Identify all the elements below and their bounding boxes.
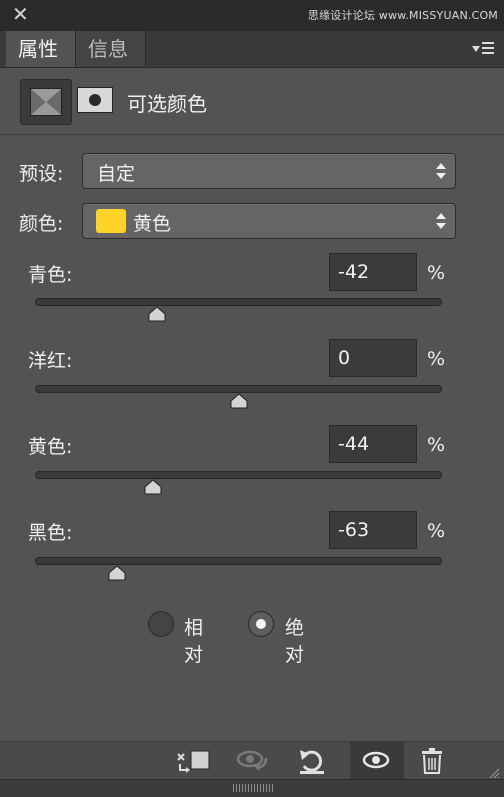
- yellow-slider-thumb[interactable]: [143, 479, 163, 495]
- yellow-value-input[interactable]: -44: [329, 425, 417, 463]
- drag-handle-icon[interactable]: [233, 784, 273, 792]
- magenta-slider-track[interactable]: [35, 385, 442, 393]
- close-icon[interactable]: ✕: [12, 4, 29, 24]
- black-value-input[interactable]: -63: [329, 511, 417, 549]
- panel-menu-icon[interactable]: [472, 42, 494, 56]
- slider-label-yellow: 黄色:: [28, 436, 73, 458]
- colors-label: 颜色:: [19, 213, 64, 235]
- adjustment-title: 可选颜色: [127, 92, 207, 116]
- select-arrows-icon: [436, 213, 446, 231]
- relative-radio-label[interactable]: 相对: [184, 613, 203, 667]
- tab-info[interactable]: 信息: [76, 31, 146, 67]
- slider-label-cyan: 青色:: [28, 264, 73, 286]
- mask-icon[interactable]: [77, 87, 113, 113]
- magenta-slider-thumb[interactable]: [229, 393, 249, 409]
- yellow-percent-label: %: [427, 434, 446, 456]
- adjustment-header: 可选颜色: [0, 68, 504, 135]
- colors-value: 黄色: [133, 213, 172, 235]
- watermark-text: 思缘设计论坛 www.MISSYUAN.COM: [307, 9, 498, 22]
- panel-top-bar: ✕ 思缘设计论坛 www.MISSYUAN.COM: [0, 0, 504, 31]
- preset-label: 预设:: [19, 163, 64, 185]
- cyan-percent-label: %: [427, 262, 446, 284]
- preset-value: 自定: [97, 163, 136, 185]
- relative-radio[interactable]: [148, 611, 174, 637]
- bottom-toolbar: [0, 741, 504, 780]
- select-arrows-icon: [436, 163, 446, 181]
- slider-label-magenta: 洋红:: [28, 350, 73, 372]
- cyan-value-input[interactable]: -42: [329, 253, 417, 291]
- cyan-slider-thumb[interactable]: [147, 306, 167, 322]
- cyan-slider-track[interactable]: [35, 298, 442, 306]
- visibility-eye-icon[interactable]: [350, 742, 404, 780]
- magenta-percent-label: %: [427, 348, 446, 370]
- colors-select[interactable]: 黄色: [82, 203, 456, 239]
- panel-footer: [0, 779, 504, 797]
- tab-bar: 属性 信息: [0, 31, 504, 68]
- black-slider-thumb[interactable]: [107, 565, 127, 581]
- color-swatch: [96, 209, 126, 233]
- yellow-slider-track[interactable]: [35, 471, 442, 479]
- absolute-radio-label[interactable]: 绝对: [285, 613, 304, 667]
- reset-icon[interactable]: [292, 742, 332, 780]
- clip-to-layer-icon[interactable]: [174, 742, 214, 780]
- black-slider-track[interactable]: [35, 557, 442, 565]
- adjustment-layer-icon[interactable]: [20, 79, 72, 125]
- view-previous-state-icon[interactable]: [232, 742, 272, 780]
- slider-label-black: 黑色:: [28, 522, 73, 544]
- black-percent-label: %: [427, 520, 446, 542]
- absolute-radio[interactable]: [248, 611, 274, 637]
- tab-properties[interactable]: 属性: [6, 31, 76, 67]
- resize-grip-icon[interactable]: [488, 764, 500, 779]
- magenta-value-input[interactable]: 0: [329, 339, 417, 377]
- preset-select[interactable]: 自定: [82, 153, 456, 189]
- trash-icon[interactable]: [412, 742, 452, 780]
